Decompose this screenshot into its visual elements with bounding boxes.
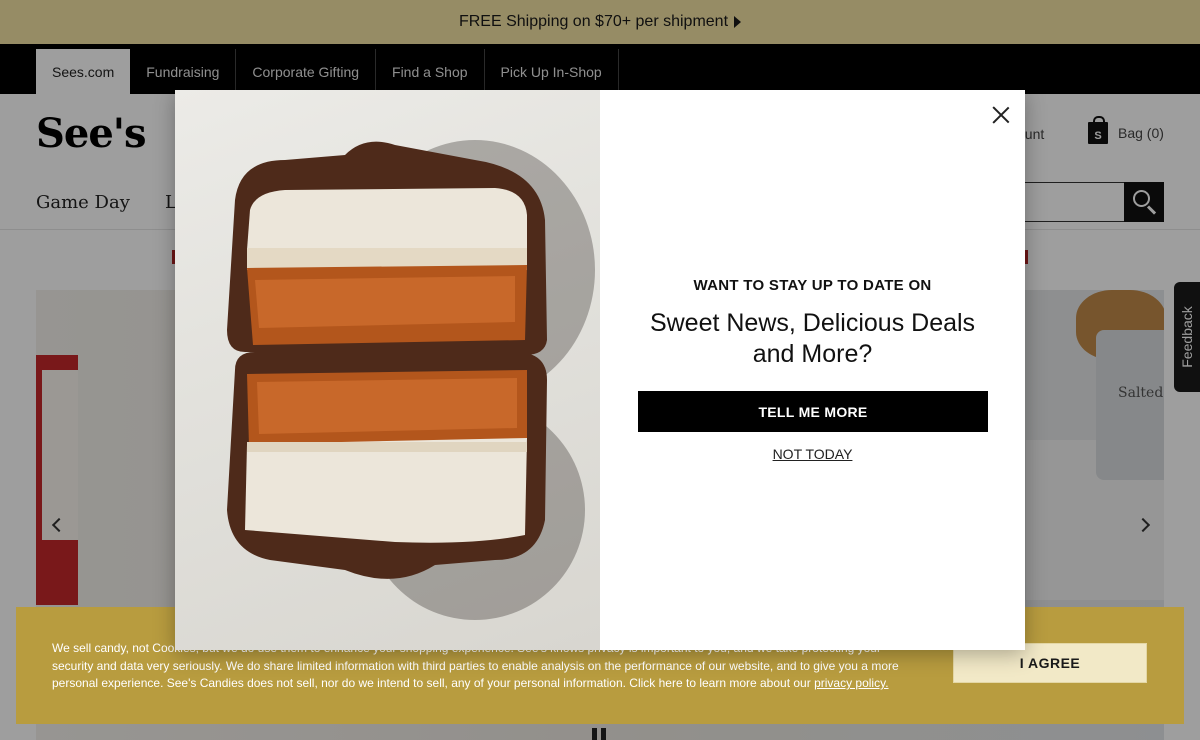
newsletter-modal: WANT TO STAY UP TO DATE ON Sweet News, D… <box>175 90 1025 650</box>
chocolate-top-half <box>227 141 547 355</box>
chocolate-photo-svg <box>227 140 595 620</box>
modal-content: WANT TO STAY UP TO DATE ON Sweet News, D… <box>600 90 1025 650</box>
chocolate-photo <box>175 90 600 650</box>
chocolate-bottom-half <box>227 352 547 579</box>
modal-headline: Sweet News, Delicious Deals and More? <box>649 309 976 368</box>
tell-me-more-button[interactable]: TELL ME MORE <box>638 391 988 432</box>
modal-eyebrow: WANT TO STAY UP TO DATE ON <box>693 277 932 294</box>
close-icon[interactable] <box>990 104 1012 126</box>
not-today-link[interactable]: NOT TODAY <box>600 446 1025 462</box>
privacy-policy-link[interactable]: privacy policy. <box>814 676 888 690</box>
